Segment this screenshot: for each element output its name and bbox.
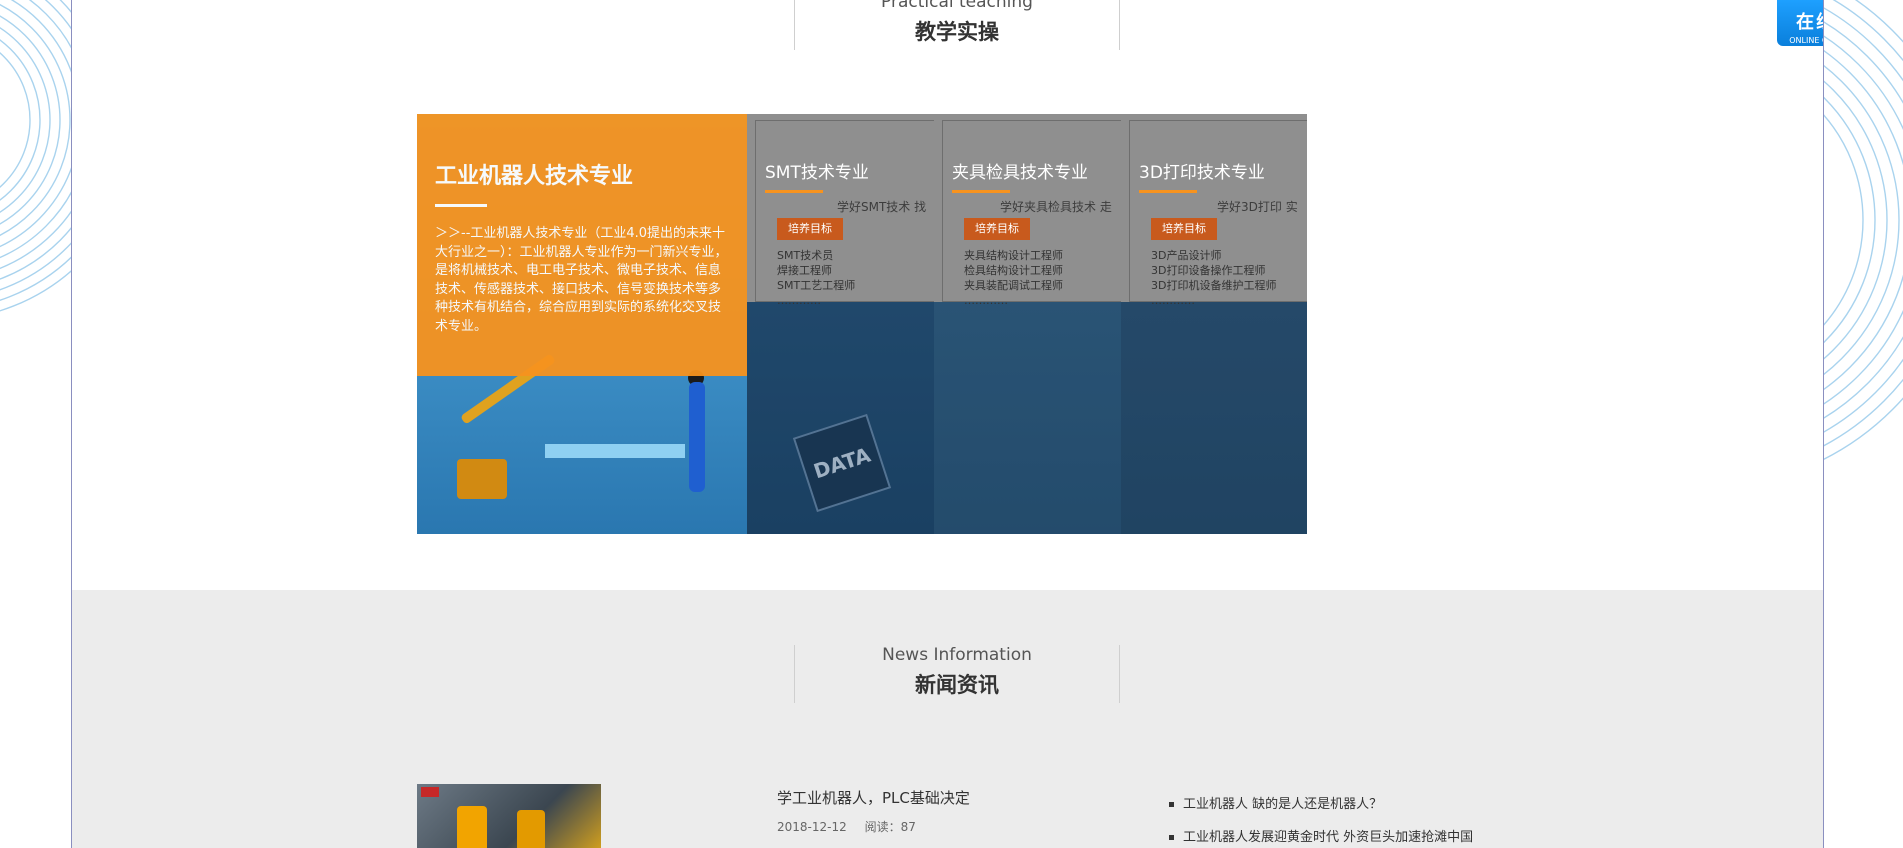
consult-cn-label: 在线咨询 — [1796, 12, 1823, 33]
news-section-cn-title: 新闻资讯 — [915, 673, 999, 697]
job-list: 3D产品设计师 3D打印设备操作工程师 3D打印机设备维护工程师 ………… — [1151, 248, 1276, 308]
title-underline — [1139, 190, 1197, 193]
news-list: 工业机器人 缺的是人还是机器人？ 工业机器人发展迎黄金时代 外资巨头加速抢滩中国 — [1167, 788, 1473, 848]
course-subtitle: 学好夹具检具技术 走 — [1000, 200, 1112, 214]
news-section-en-title: News Information — [882, 645, 1032, 665]
job-item: 夹具装配调试工程师 — [964, 279, 1063, 292]
conveyor-shape — [545, 444, 685, 458]
course-description: ＞＞--工业机器人技术专业（工业4.0提出的未来十大行业之一）：工业机器人专业作… — [435, 226, 728, 334]
featured-news-thumbnail[interactable] — [417, 784, 601, 848]
card-shade — [1121, 302, 1307, 534]
job-item: SMT工艺工程师 — [777, 279, 856, 292]
featured-news-meta: 2018-12-12 阅读：87 — [777, 818, 916, 835]
course-title: 夹具检具技术专业 — [952, 163, 1088, 183]
content-frame: Practical teaching 教学实操 工业机器人技术专业 ＞＞--工业… — [71, 0, 1824, 848]
consult-en-label: ONLINE CONSULTATION — [1789, 36, 1823, 45]
decorative-arcs-left — [0, 0, 72, 312]
news-section-heading: News Information 新闻资讯 — [794, 645, 1120, 703]
course-card-industrial-robot[interactable]: 工业机器人技术专业 ＞＞--工业机器人技术专业（工业4.0提出的未来十大行业之一… — [417, 114, 747, 534]
online-consultation-button[interactable]: 在线咨询 ONLINE CONSULTATION … — [1777, 0, 1823, 46]
news-date: 2018-12-12 — [777, 820, 847, 834]
course-subtitle: 学好SMT技术 找 — [837, 200, 927, 214]
title-underline — [952, 190, 1010, 193]
job-item: 3D打印机设备维护工程师 — [1151, 279, 1277, 292]
job-item: SMT技术员 — [777, 249, 834, 262]
goal-tag: 培养目标 — [1151, 218, 1217, 240]
job-item: 检具结构设计工程师 — [964, 264, 1063, 277]
worker-body-shape — [689, 382, 705, 492]
robot-shape — [457, 806, 487, 848]
job-item: 焊接工程师 — [777, 264, 832, 277]
title-underline — [435, 204, 487, 207]
job-item: 3D打印设备操作工程师 — [1151, 264, 1266, 277]
robot-base-shape — [457, 459, 507, 499]
goal-tag: 培养目标 — [777, 218, 843, 240]
course-title: 3D打印技术专业 — [1139, 163, 1265, 183]
news-read-count: 阅读：87 — [864, 820, 916, 834]
job-list: 夹具结构设计工程师 检具结构设计工程师 夹具装配调试工程师 ………… — [964, 248, 1063, 308]
decorative-arcs-right — [1823, 0, 1903, 461]
job-item: ………… — [777, 294, 821, 307]
job-item: ………… — [1151, 294, 1195, 307]
practical-section-cn-title: 教学实操 — [915, 20, 999, 44]
job-item: 3D产品设计师 — [1151, 249, 1222, 262]
course-title: SMT技术专业 — [765, 163, 869, 183]
news-list-item[interactable]: 工业机器人发展迎黄金时代 外资巨头加速抢滩中国 — [1167, 821, 1473, 848]
practical-section-en-title: Practical teaching — [881, 0, 1033, 12]
job-item: 夹具结构设计工程师 — [964, 249, 1063, 262]
course-card-3d-print[interactable]: 3D打印技术专业 学好3D打印 实 培养目标 3D产品设计师 3D打印设备操作工… — [1121, 114, 1307, 534]
flag-shape — [421, 787, 439, 797]
title-underline — [765, 190, 823, 193]
course-card-fixture[interactable]: 夹具检具技术专业 学好夹具检具技术 走 培养目标 夹具结构设计工程师 检具结构设… — [934, 114, 1121, 534]
card-shade — [934, 302, 1121, 534]
course-card-smt[interactable]: DATA SMT技术专业 学好SMT技术 找 培养目标 SMT技术员 焊接工程师… — [747, 114, 934, 534]
card-shade — [747, 302, 934, 534]
job-item: ………… — [964, 294, 1008, 307]
featured-news-title[interactable]: 学工业机器人，PLC基础决定 — [777, 787, 970, 808]
course-title: 工业机器人技术专业 — [435, 164, 634, 189]
goal-tag: 培养目标 — [964, 218, 1030, 240]
course-overlay-panel: 工业机器人技术专业 ＞＞--工业机器人技术专业（工业4.0提出的未来十大行业之一… — [417, 114, 747, 376]
robot-shape — [517, 810, 545, 848]
practical-section-heading: Practical teaching 教学实操 — [794, 0, 1120, 50]
job-list: SMT技术员 焊接工程师 SMT工艺工程师 ………… — [777, 248, 855, 308]
course-subtitle: 学好3D打印 实 — [1217, 200, 1298, 214]
news-list-item[interactable]: 工业机器人 缺的是人还是机器人？ — [1167, 788, 1473, 821]
course-gallery: 工业机器人技术专业 ＞＞--工业机器人技术专业（工业4.0提出的未来十大行业之一… — [417, 114, 1307, 534]
news-section: News Information 新闻资讯 学工业机器人，PLC基础决定 201… — [72, 590, 1823, 848]
